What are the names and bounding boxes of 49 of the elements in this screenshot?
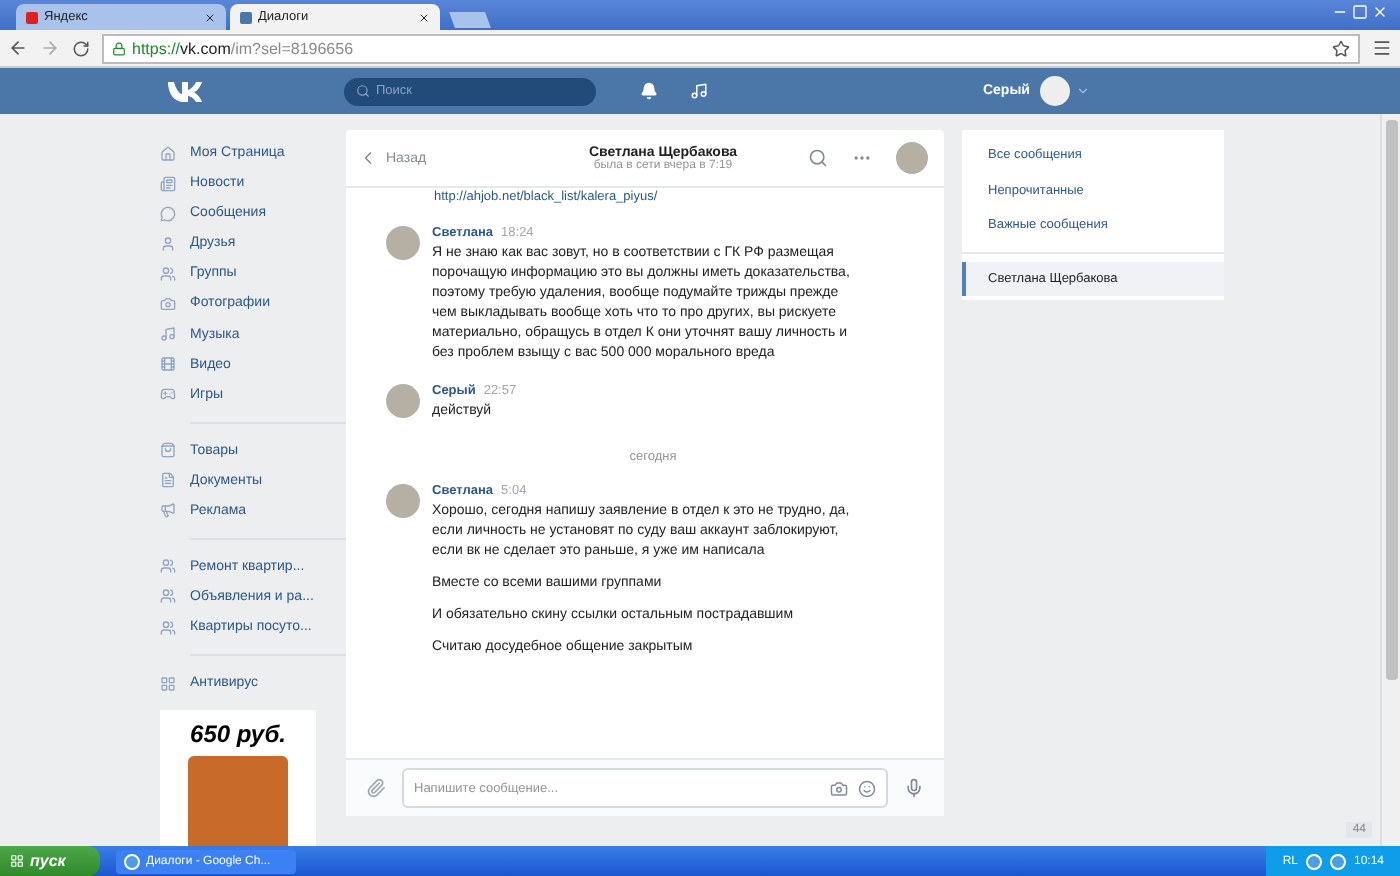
person-icon bbox=[160, 235, 176, 252]
lock-icon bbox=[112, 41, 126, 55]
ad-card[interactable]: 650 руб. bbox=[160, 710, 316, 846]
newspaper-icon bbox=[160, 175, 176, 192]
megaphone-icon bbox=[160, 502, 176, 519]
logo-icon[interactable] bbox=[166, 80, 204, 102]
start-button[interactable]: пуск bbox=[0, 846, 100, 876]
avatar[interactable] bbox=[1040, 76, 1070, 106]
avatar[interactable] bbox=[386, 484, 420, 518]
people-icon bbox=[160, 265, 176, 282]
film-icon bbox=[160, 356, 176, 373]
close-icon[interactable] bbox=[204, 11, 216, 23]
paperclip-icon[interactable] bbox=[366, 778, 386, 798]
reload-icon[interactable] bbox=[72, 39, 90, 57]
house-icon bbox=[160, 145, 176, 162]
star-icon[interactable] bbox=[1332, 39, 1350, 57]
search-icon bbox=[356, 84, 370, 98]
photo-placeholder bbox=[188, 756, 288, 846]
scrollbar-thumb[interactable] bbox=[1385, 120, 1397, 680]
camera-icon bbox=[160, 295, 176, 312]
favicon-icon bbox=[26, 11, 38, 23]
favicon-icon bbox=[240, 11, 252, 23]
smiley-icon[interactable] bbox=[858, 779, 876, 797]
avatar[interactable] bbox=[386, 384, 420, 418]
document-icon bbox=[160, 472, 176, 489]
music-note-icon bbox=[160, 326, 176, 342]
caret-icon[interactable] bbox=[1076, 84, 1090, 98]
avatar[interactable] bbox=[386, 226, 420, 260]
ad-price: 650 руб. bbox=[190, 720, 286, 749]
bell-icon[interactable] bbox=[640, 82, 658, 100]
forward-arrow-icon[interactable] bbox=[40, 38, 60, 58]
search-icon[interactable] bbox=[808, 148, 828, 168]
maximize-icon[interactable] bbox=[1352, 4, 1368, 20]
people-icon bbox=[160, 558, 176, 575]
microphone-icon[interactable] bbox=[904, 778, 924, 798]
avatar[interactable] bbox=[896, 142, 928, 174]
grid-icon bbox=[160, 675, 176, 692]
camera-icon[interactable] bbox=[830, 779, 848, 797]
back-arrow-icon[interactable] bbox=[8, 38, 28, 58]
people-icon bbox=[160, 619, 176, 636]
bag-icon bbox=[160, 442, 176, 459]
music-note-icon[interactable] bbox=[690, 82, 708, 100]
address-field[interactable]: https://vk.com/im?sel=8196656 bbox=[102, 33, 1360, 63]
new-tab-button[interactable] bbox=[449, 12, 491, 28]
speech-bubble-icon bbox=[160, 205, 176, 222]
menu-icon[interactable] bbox=[1372, 38, 1392, 58]
people-icon bbox=[160, 588, 176, 605]
close-icon[interactable] bbox=[418, 11, 430, 23]
gamepad-icon bbox=[160, 386, 176, 403]
